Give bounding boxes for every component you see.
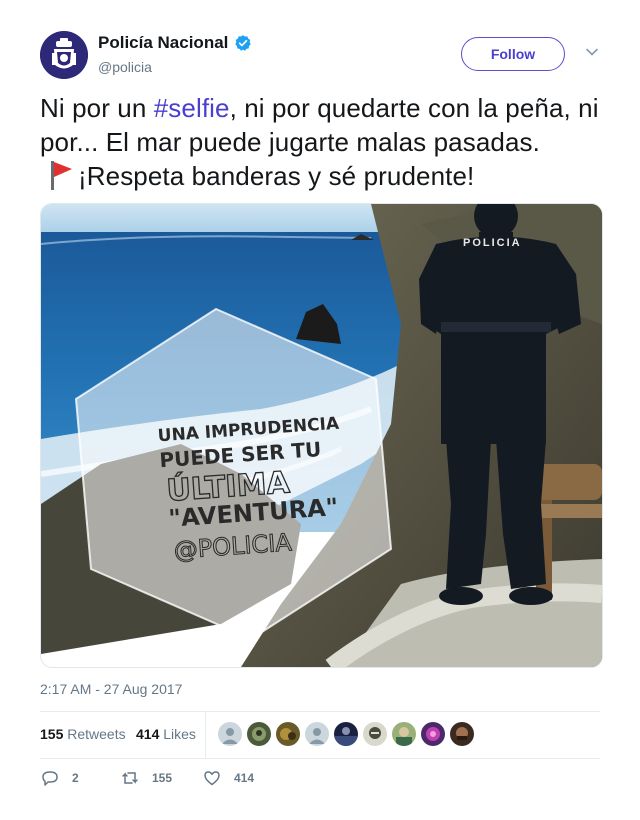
tweet-stats: 155 Retweets 414 Likes xyxy=(40,712,600,758)
likes-count: 414 xyxy=(136,726,160,742)
author-name-row: Policía Nacional xyxy=(98,33,252,53)
likes-label: Likes xyxy=(163,726,196,742)
author-display-name[interactable]: Policía Nacional xyxy=(98,33,228,53)
liker-avatar[interactable] xyxy=(218,722,242,746)
verified-badge-icon xyxy=(235,35,252,51)
retweets-stat[interactable]: 155 Retweets xyxy=(40,726,126,742)
liker-avatar[interactable] xyxy=(363,722,387,746)
liker-avatar[interactable] xyxy=(392,722,416,746)
like-button[interactable]: 414 xyxy=(202,768,254,788)
tweet-timestamp[interactable]: 2:17 AM - 27 Aug 2017 xyxy=(40,681,182,697)
author-avatar[interactable] xyxy=(40,31,88,79)
retweets-count: 155 xyxy=(40,726,64,742)
retweet-icon xyxy=(122,772,138,784)
coastline-police-photo: POLICIA UNA IMPRUDENCIA PUEDE SER TU ÚLT… xyxy=(41,204,602,667)
liker-avatar[interactable] xyxy=(305,722,329,746)
chevron-down-icon[interactable] xyxy=(585,45,599,59)
liker-avatar[interactable] xyxy=(334,722,358,746)
divider-bottom xyxy=(40,758,600,759)
like-count: 414 xyxy=(234,771,255,785)
reply-icon xyxy=(42,771,58,786)
retweet-count: 155 xyxy=(152,771,173,785)
hashtag-link[interactable]: #selfie xyxy=(154,93,230,123)
red-flag-icon xyxy=(51,161,72,190)
liker-avatar[interactable] xyxy=(276,722,300,746)
retweets-label: Retweets xyxy=(67,726,126,742)
likes-stat[interactable]: 414 Likes xyxy=(136,726,196,742)
tweet-header: Policía Nacional @policia Follow xyxy=(40,31,600,81)
liker-avatar[interactable] xyxy=(450,722,474,746)
liker-avatar[interactable] xyxy=(421,722,445,746)
liker-avatar[interactable] xyxy=(247,722,271,746)
tweet-actions: 2 155 414 xyxy=(40,768,600,792)
tweet-text-part3: ¡Respeta banderas y sé prudente! xyxy=(78,161,475,191)
stats-separator xyxy=(205,712,206,758)
tweet-image[interactable]: POLICIA UNA IMPRUDENCIA PUEDE SER TU ÚLT… xyxy=(40,203,603,668)
uniform-text: POLICIA xyxy=(463,237,522,249)
tweet-text-part1: Ni por un xyxy=(40,93,154,123)
retweet-button[interactable]: 155 xyxy=(120,768,172,788)
heart-icon xyxy=(204,771,220,786)
police-badge-icon xyxy=(40,31,88,79)
reply-button[interactable]: 2 xyxy=(40,768,79,788)
likers-facepile xyxy=(218,722,479,746)
tweet-text: Ni por un #selfie, ni por quedarte con l… xyxy=(40,91,610,193)
reply-count: 2 xyxy=(72,771,79,785)
follow-button[interactable]: Follow xyxy=(461,37,565,71)
author-handle[interactable]: @policia xyxy=(98,59,152,75)
